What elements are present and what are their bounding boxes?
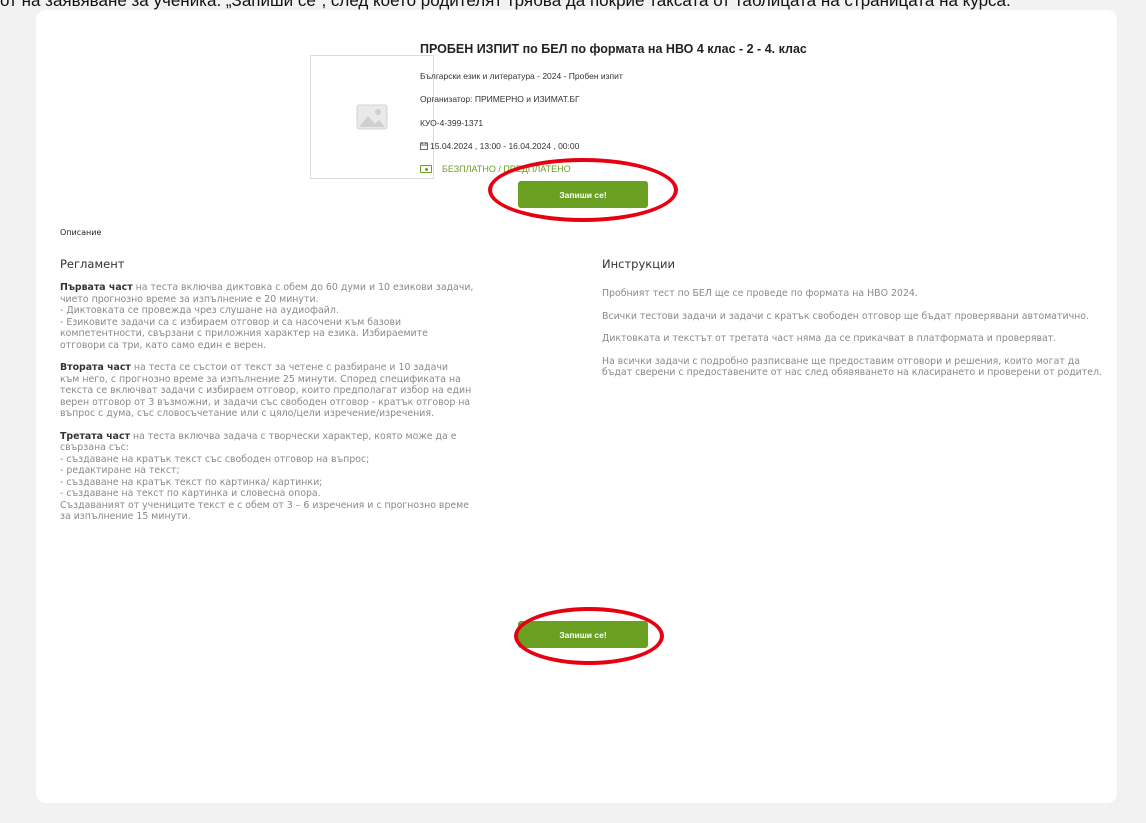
event-title: ПРОБЕН ИЗПИТ по БЕЛ по формата на НВО 4 …: [420, 42, 807, 56]
event-organizer: Организатор: ПРИМЕРНО и ИЗИМАТ.БГ: [420, 94, 580, 104]
instructions-heading: Инструкции: [602, 257, 675, 271]
calendar-icon: [420, 142, 428, 150]
instructions-text: Пробният тест по БЕЛ ще се проведе по фо…: [602, 288, 1102, 390]
enroll-button-bottom[interactable]: Запиши се!: [518, 621, 648, 648]
event-thumbnail: [310, 55, 434, 179]
instruction-item: Всички тестови задачи и задачи с кратък …: [602, 310, 1089, 322]
instruction-item: Пробният тест по БЕЛ ще се проведе по фо…: [602, 288, 918, 299]
description-label: Описание: [60, 228, 102, 237]
event-subject: Български език и литература - 2024 - Про…: [420, 71, 623, 81]
event-price-text: БЕЗПЛАТНО / ПРЕДПЛАТЕНО: [442, 164, 571, 174]
event-code: КУО-4-399-1371: [420, 118, 484, 128]
rules-text: Първата част на теста включва диктовка с…: [60, 282, 580, 534]
instruction-item: Диктовката и текстът от третата част ням…: [602, 333, 1057, 344]
rules-heading: Регламент: [60, 257, 125, 271]
enroll-button-top[interactable]: Запиши се!: [518, 181, 648, 208]
instruction-item: На всички задачи с подробно разписване щ…: [602, 355, 1102, 379]
event-card: ПРОБЕН ИЗПИТ по БЕЛ по формата на НВО 4 …: [36, 10, 1117, 803]
cash-icon: [420, 165, 432, 173]
image-placeholder-icon: [356, 104, 388, 130]
rules-part-3: Третата част на теста включва задача с т…: [60, 430, 470, 523]
rules-part-1: Първата част на теста включва диктовка с…: [60, 282, 474, 351]
event-dates: 15.04.2024 , 13:00 - 16.04.2024 , 00:00: [420, 141, 579, 151]
event-dates-text: 15.04.2024 , 13:00 - 16.04.2024 , 00:00: [430, 141, 580, 151]
rules-part-2: Втората част на теста се състои от текст…: [60, 362, 472, 419]
event-price: БЕЗПЛАТНО / ПРЕДПЛАТЕНО: [420, 164, 571, 174]
